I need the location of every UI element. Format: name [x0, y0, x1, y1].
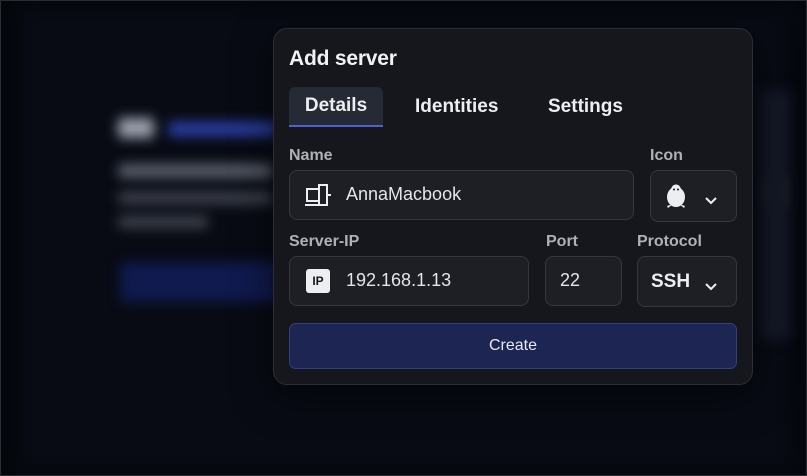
icon-select[interactable]	[650, 170, 737, 222]
protocol-value: SSH	[651, 271, 691, 292]
linux-penguin-icon	[665, 184, 687, 213]
protocol-select[interactable]: SSH	[637, 256, 737, 307]
port-value: 22	[560, 270, 581, 290]
tab-details[interactable]: Details	[289, 87, 383, 127]
tab-identities[interactable]: Identities	[415, 87, 498, 127]
server-ip-value: 192.168.1.13	[346, 270, 452, 290]
ip-icon: IP	[306, 269, 330, 293]
icon-label: Icon	[650, 147, 683, 164]
name-label: Name	[289, 147, 333, 164]
name-input[interactable]: AnnaMacbook	[289, 170, 634, 220]
port-input[interactable]: 22	[545, 256, 622, 306]
port-label: Port	[546, 233, 578, 250]
name-value: AnnaMacbook	[346, 184, 462, 204]
protocol-label: Protocol	[637, 233, 702, 250]
add-server-dialog: Add server Details Identities Settings N…	[273, 28, 753, 385]
server-ip-label: Server-IP	[289, 233, 360, 250]
chevron-down-icon	[705, 192, 717, 210]
create-button[interactable]: Create	[289, 323, 737, 369]
tab-settings[interactable]: Settings	[548, 87, 623, 127]
server-ip-input[interactable]: IP 192.168.1.13	[289, 256, 529, 306]
chevron-down-icon	[705, 278, 717, 296]
desktop-computer-icon	[304, 182, 332, 213]
dialog-title: Add server	[289, 47, 397, 70]
